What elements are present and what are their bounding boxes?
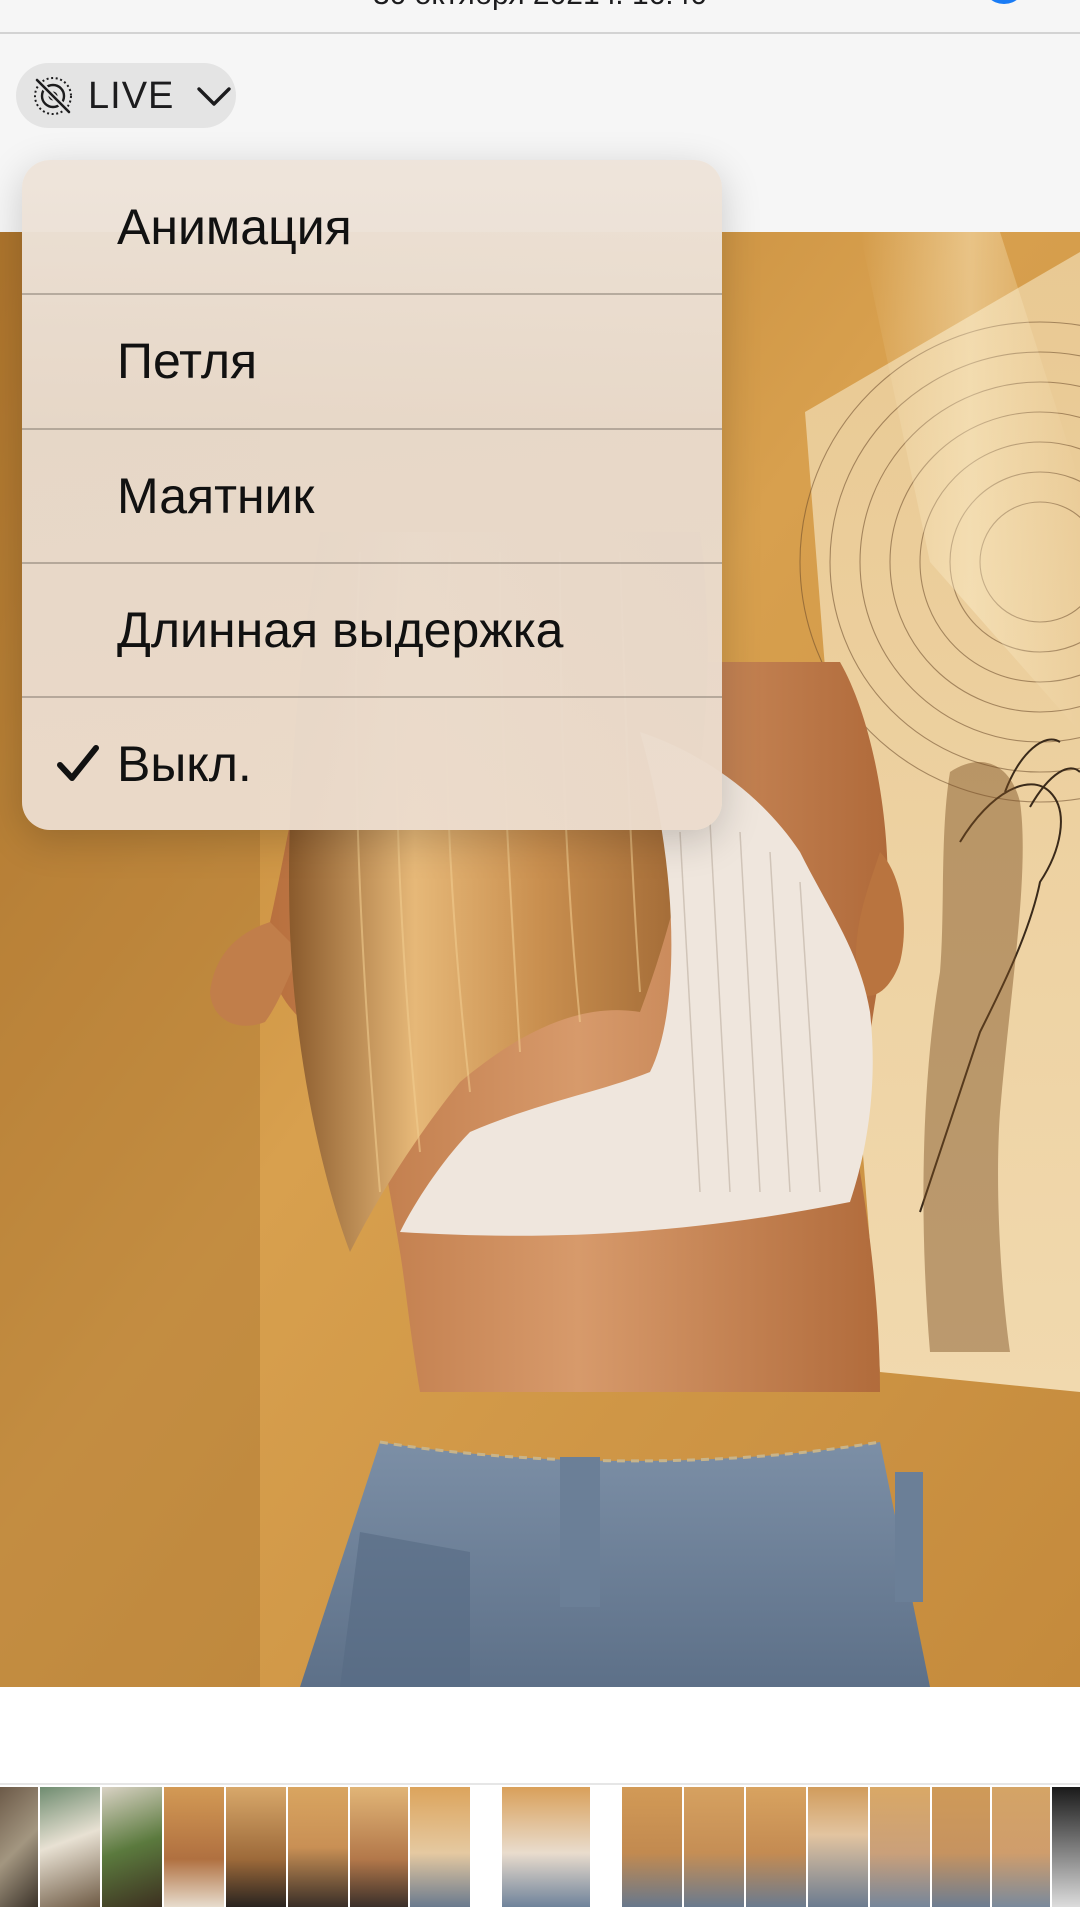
- thumbnail[interactable]: [746, 1787, 806, 1907]
- menu-item-label: Длинная выдержка: [117, 602, 564, 658]
- menu-item-bounce[interactable]: Маятник: [22, 429, 722, 563]
- menu-item-label: Выкл.: [117, 736, 252, 792]
- thumbnail[interactable]: [40, 1787, 100, 1907]
- checkmark-icon: [57, 745, 99, 781]
- live-off-icon: [34, 77, 72, 115]
- thumbnail[interactable]: [350, 1787, 408, 1907]
- photo-viewer-screen: 30 октября 2021 г. 16:40 LIVE: [0, 0, 1080, 1920]
- thumbnail[interactable]: [808, 1787, 868, 1907]
- live-effects-menu: Анимация Петля Маятник Длинная выдержка …: [22, 160, 722, 830]
- live-mode-button[interactable]: LIVE: [16, 63, 236, 128]
- thumbnail[interactable]: [102, 1787, 162, 1907]
- thumbnail[interactable]: [684, 1787, 744, 1907]
- menu-item-label: Петля: [117, 333, 258, 389]
- live-label: LIVE: [88, 75, 175, 117]
- thumbnail[interactable]: [410, 1787, 470, 1907]
- thumbnail[interactable]: [932, 1787, 990, 1907]
- menu-item-long-exposure[interactable]: Длинная выдержка: [22, 563, 722, 697]
- menu-item-label: Анимация: [117, 199, 352, 255]
- thumbnail-divider: [0, 1783, 1080, 1785]
- menu-item-animation[interactable]: Анимация: [22, 160, 722, 294]
- thumbnail[interactable]: [870, 1787, 930, 1907]
- thumbnail[interactable]: [992, 1787, 1050, 1907]
- menu-item-loop[interactable]: Петля: [22, 294, 722, 428]
- chevron-down-icon: [197, 87, 231, 106]
- photo-date-title: 30 октября 2021 г. 16:40: [0, 0, 1080, 12]
- thumbnail-current[interactable]: [502, 1787, 590, 1907]
- thumbnail[interactable]: [164, 1787, 224, 1907]
- thumbnail[interactable]: [288, 1787, 348, 1907]
- bottom-area: [0, 1687, 1080, 1920]
- header-divider: [0, 32, 1080, 34]
- thumbnail[interactable]: [1052, 1787, 1080, 1907]
- thumbnail-strip[interactable]: [0, 1787, 1080, 1907]
- menu-item-label: Маятник: [117, 468, 315, 524]
- thumbnail[interactable]: [622, 1787, 682, 1907]
- thumbnail[interactable]: [226, 1787, 286, 1907]
- menu-item-off[interactable]: Выкл.: [22, 697, 722, 830]
- thumbnail[interactable]: [0, 1787, 38, 1907]
